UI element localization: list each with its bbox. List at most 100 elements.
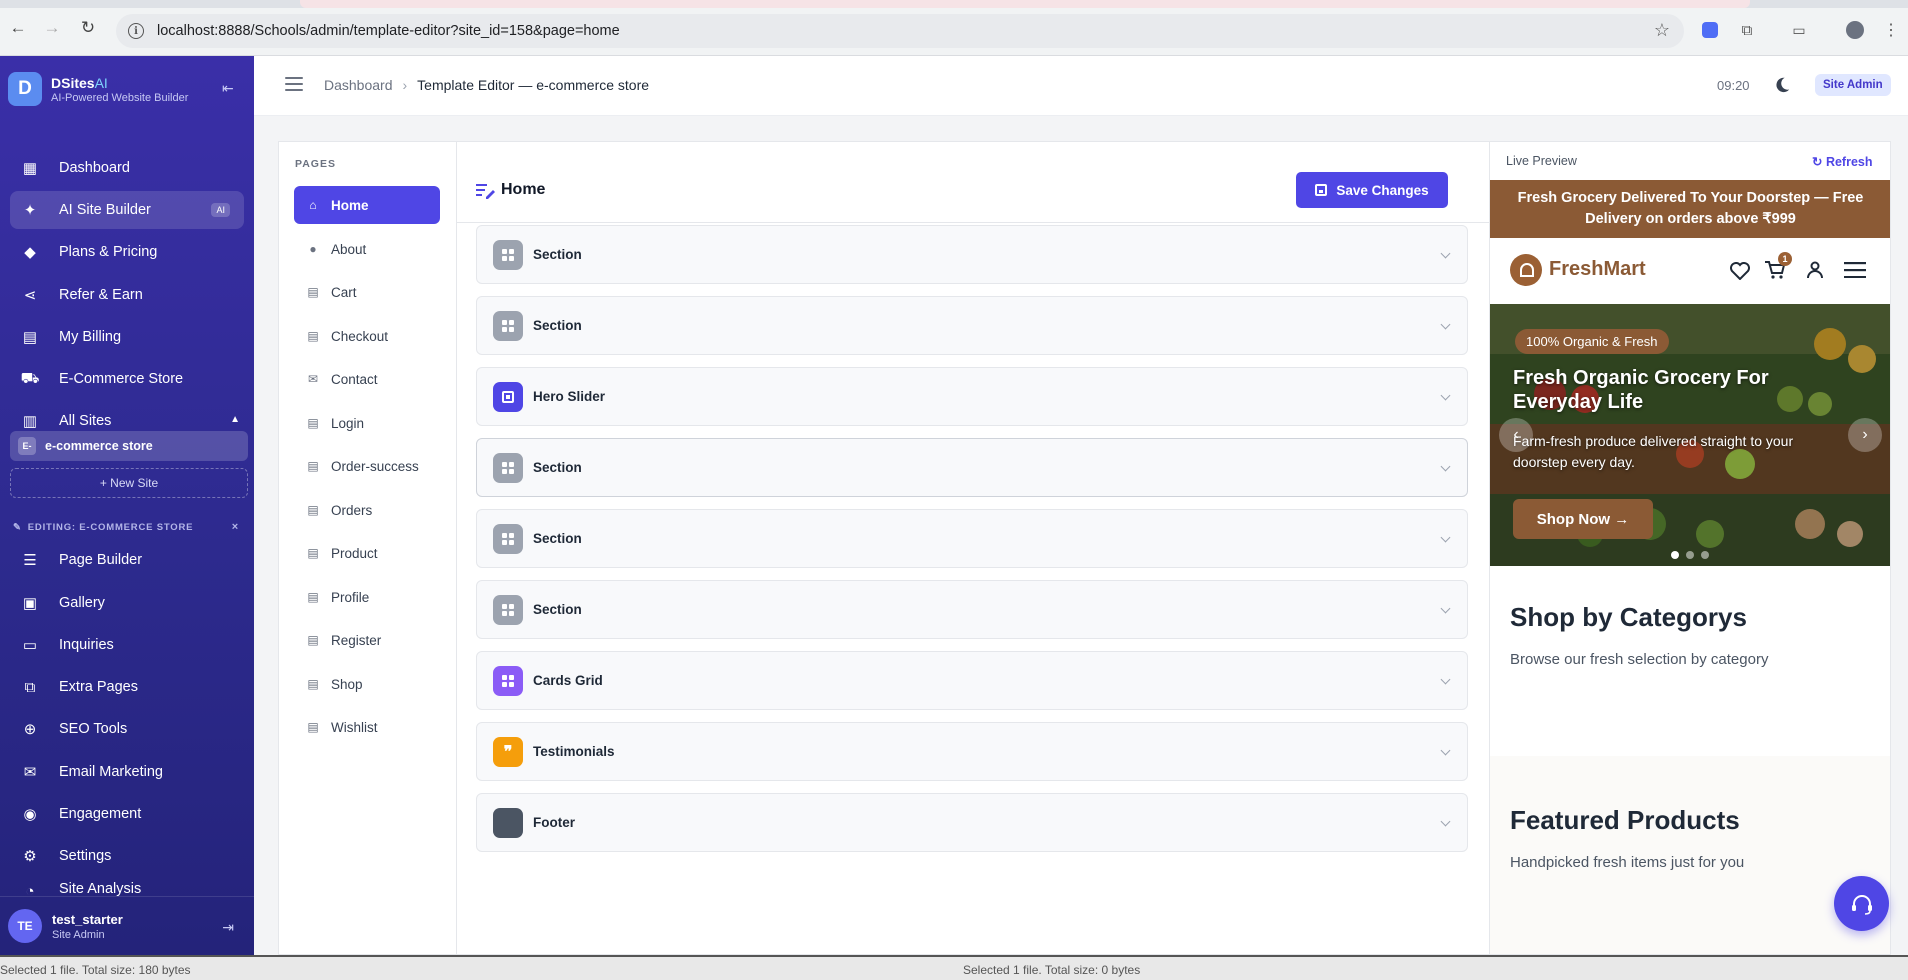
slider-dot[interactable] xyxy=(1671,551,1679,559)
sidebar-item-seo-tools[interactable]: ⊕ SEO Tools xyxy=(10,710,244,748)
chevron-down-icon[interactable] xyxy=(1440,319,1451,330)
chevron-down-icon[interactable] xyxy=(1440,461,1451,472)
forward-icon[interactable]: → xyxy=(42,18,62,38)
page-item-wishlist[interactable]: ▤ Wishlist xyxy=(294,708,440,746)
sidebar-item-page-builder[interactable]: ☰ Page Builder xyxy=(10,541,244,579)
page-item-contact[interactable]: ✉ Contact xyxy=(294,360,440,398)
sidebar-item-plans-pricing[interactable]: ◆ Plans & Pricing xyxy=(10,233,244,271)
sidebar-item-ecommerce-store[interactable]: ⛟ E-Commerce Store xyxy=(10,360,244,398)
chevron-down-icon[interactable] xyxy=(1440,603,1451,614)
user-icon[interactable] xyxy=(1806,261,1824,279)
top-bar: Dashboard › Template Editor — e-commerce… xyxy=(254,56,1908,116)
hamburger-menu-icon[interactable] xyxy=(285,77,303,91)
close-editing-icon[interactable]: × xyxy=(232,521,239,533)
gallery-icon: ▣ xyxy=(22,595,38,612)
chevron-down-icon[interactable] xyxy=(1440,248,1451,259)
breadcrumb-dashboard[interactable]: Dashboard xyxy=(324,77,393,93)
page-item-login[interactable]: ▤ Login xyxy=(294,404,440,442)
receipt-icon: ▤ xyxy=(22,329,38,346)
section-row[interactable]: Section xyxy=(476,296,1468,355)
sidebar-item-email-marketing[interactable]: ✉ Email Marketing xyxy=(10,753,244,791)
cast-icon[interactable]: ▭ xyxy=(1790,21,1808,39)
sidebar-item-ai-site-builder[interactable]: ✦ AI Site Builder AI xyxy=(10,191,244,229)
slider-dot[interactable] xyxy=(1701,551,1709,559)
page-item-shop[interactable]: ▤ Shop xyxy=(294,665,440,703)
chevron-down-icon[interactable] xyxy=(1440,532,1451,543)
section-row-testimonials[interactable]: ❞ Testimonials xyxy=(476,722,1468,781)
user-profile[interactable]: TE test_starter Site Admin ⇥ xyxy=(0,896,254,955)
page-item-order-success[interactable]: ▤ Order-success xyxy=(294,447,440,485)
section-editor: Home Save Changes Section Section Hero S… xyxy=(457,142,1489,954)
file-icon: ▤ xyxy=(307,459,319,473)
section-row[interactable]: Section xyxy=(476,438,1468,497)
logout-icon[interactable]: ⇥ xyxy=(222,919,234,936)
slider-next-icon[interactable]: › xyxy=(1848,418,1882,452)
new-site-button[interactable]: + New Site xyxy=(10,468,248,498)
section-row[interactable]: Section xyxy=(476,580,1468,639)
inbox-icon: ▭ xyxy=(22,637,38,654)
featured-subtitle: Handpicked fresh items just for you xyxy=(1510,854,1745,871)
sidebar-item-extra-pages[interactable]: ⧉ Extra Pages xyxy=(10,668,244,706)
heart-icon[interactable] xyxy=(1730,262,1750,280)
brand[interactable]: D DSitesAI AI-Powered Website Builder xyxy=(8,72,188,106)
page-item-orders[interactable]: ▤ Orders xyxy=(294,491,440,529)
active-tab[interactable] xyxy=(300,0,1750,8)
menu-icon[interactable] xyxy=(1844,262,1866,278)
site-info-icon[interactable]: i xyxy=(128,23,144,39)
breadcrumb-current: Template Editor — e-commerce store xyxy=(417,77,650,93)
sidebar-item-my-billing[interactable]: ▤ My Billing xyxy=(10,318,244,356)
site-chip[interactable]: E- e-commerce store xyxy=(10,431,248,461)
page-item-cart[interactable]: ▤ Cart xyxy=(294,273,440,311)
browser-menu-icon[interactable]: ⋮ xyxy=(1882,21,1900,39)
reload-icon[interactable]: ↻ xyxy=(78,18,98,38)
support-chat-button[interactable] xyxy=(1834,876,1889,931)
shop-name[interactable]: FreshMart xyxy=(1549,258,1646,281)
save-disk-icon xyxy=(1315,184,1328,196)
page-item-about[interactable]: ● About xyxy=(294,230,440,268)
sidebar-item-dashboard[interactable]: ▦ Dashboard xyxy=(10,149,244,187)
chevron-down-icon[interactable] xyxy=(1440,816,1451,827)
back-icon[interactable]: ← xyxy=(8,18,28,38)
sidebar-item-settings[interactable]: ⚙ Settings xyxy=(10,837,244,875)
slider-prev-icon[interactable]: ‹ xyxy=(1499,418,1533,452)
page-item-register[interactable]: ▤ Register xyxy=(294,621,440,659)
chevron-down-icon[interactable] xyxy=(1440,745,1451,756)
chevron-down-icon[interactable] xyxy=(1440,390,1451,401)
page-item-product[interactable]: ▤ Product xyxy=(294,534,440,572)
dark-mode-moon-icon[interactable] xyxy=(1773,76,1791,94)
sidebar-item-site-analysis[interactable]: ◔ Site Analysis xyxy=(10,879,244,896)
pages-list: PAGES ⌂ Home ● About ▤ Cart ▤ Checkout ✉ Cont… xyxy=(279,142,457,954)
refresh-button[interactable]: ↻ Refresh xyxy=(1812,154,1873,169)
extension-icon[interactable] xyxy=(1701,21,1719,39)
file-icon: ▤ xyxy=(307,720,319,734)
sidebar-item-engagement[interactable]: ◉ Engagement xyxy=(10,795,244,833)
sidebar-item-inquiries[interactable]: ▭ Inquiries xyxy=(10,626,244,664)
slider-dot[interactable] xyxy=(1686,551,1694,559)
page-item-checkout[interactable]: ▤ Checkout xyxy=(294,317,440,355)
section-row[interactable]: Section xyxy=(476,225,1468,284)
sidebar-item-refer-earn[interactable]: ⋖ Refer & Earn xyxy=(10,276,244,314)
page-item-home[interactable]: ⌂ Home xyxy=(294,186,440,224)
extensions-puzzle-icon[interactable]: ⧉ xyxy=(1738,21,1756,39)
bookmark-star-icon[interactable]: ☆ xyxy=(1654,20,1670,41)
section-row-footer[interactable]: Footer xyxy=(476,793,1468,852)
announcement-bar: Fresh Grocery Delivered To Your Doorstep… xyxy=(1490,180,1890,238)
sidebar-item-gallery[interactable]: ▣ Gallery xyxy=(10,584,244,622)
section-row[interactable]: Section xyxy=(476,509,1468,568)
dashboard-icon: ▦ xyxy=(22,160,38,177)
section-row-cards-grid[interactable]: Cards Grid xyxy=(476,651,1468,710)
email-icon: ✉ xyxy=(23,764,37,781)
share-icon: ⋖ xyxy=(23,287,37,304)
slider-icon xyxy=(493,381,523,412)
url-text[interactable]: localhost:8888/Schools/admin/template-ed… xyxy=(157,23,620,39)
hero-badge: 100% Organic & Fresh xyxy=(1515,329,1669,354)
address-bar[interactable]: i localhost:8888/Schools/admin/template-… xyxy=(116,14,1684,48)
chevron-down-icon[interactable] xyxy=(1440,674,1451,685)
page-item-profile[interactable]: ▤ Profile xyxy=(294,578,440,616)
save-changes-button[interactable]: Save Changes xyxy=(1296,172,1448,208)
profile-avatar-icon[interactable] xyxy=(1846,21,1864,39)
section-row-hero-slider[interactable]: Hero Slider xyxy=(476,367,1468,426)
collapse-sidebar-icon[interactable]: ⇤ xyxy=(222,80,234,97)
shop-logo-icon[interactable] xyxy=(1510,254,1542,286)
shop-now-button[interactable]: Shop Now → xyxy=(1513,499,1653,539)
